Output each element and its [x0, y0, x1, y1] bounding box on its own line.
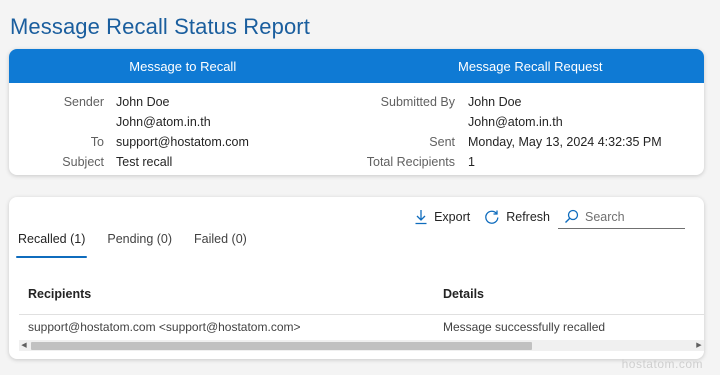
scroll-right-icon[interactable]: ▶ — [694, 340, 704, 351]
results-card: Export Refresh Recalled (1) Pending (0) … — [9, 197, 704, 359]
export-label: Export — [434, 210, 471, 224]
sent-value: Monday, May 13, 2024 4:32:35 PM — [468, 135, 662, 149]
scroll-left-icon[interactable]: ◀ — [19, 340, 29, 351]
sent-label: Sent — [429, 135, 455, 149]
recipient-cell: support@hostatom.com <support@hostatom.c… — [28, 320, 301, 334]
export-button[interactable]: Export — [414, 209, 470, 225]
refresh-label: Refresh — [506, 210, 550, 224]
search-box[interactable] — [558, 205, 685, 229]
submitted-by-label: Submitted By — [380, 95, 455, 109]
column-header-recipients[interactable]: Recipients — [28, 287, 91, 301]
toolbar: Export Refresh — [414, 205, 685, 229]
refresh-icon — [485, 210, 499, 224]
download-icon — [415, 210, 427, 225]
tab-recalled[interactable]: Recalled (1) — [15, 232, 88, 258]
summary-card: Message to Recall Message Recall Request… — [9, 49, 704, 175]
message-to-recall-heading: Message to Recall — [129, 58, 237, 74]
summary-header: Message to Recall Message Recall Request — [9, 49, 704, 83]
submitted-by-email: John@atom.in.th — [468, 115, 563, 129]
refresh-button[interactable]: Refresh — [484, 209, 550, 225]
search-input[interactable] — [585, 209, 675, 224]
horizontal-scrollbar[interactable]: ◀ ▶ — [19, 340, 704, 351]
watermark: hostatom.com — [621, 357, 703, 371]
search-icon — [565, 209, 579, 223]
recall-request-heading: Message Recall Request — [457, 58, 603, 74]
tab-failed[interactable]: Failed (0) — [194, 232, 247, 258]
page-title: Message Recall Status Report — [10, 14, 310, 39]
scrollbar-thumb[interactable] — [31, 342, 532, 350]
details-cell: Message successfully recalled — [443, 320, 606, 334]
tab-pending[interactable]: Pending (0) — [107, 232, 172, 258]
table-divider — [19, 314, 704, 315]
column-header-details[interactable]: Details — [443, 287, 484, 301]
status-tabs: Recalled (1) Pending (0) Failed (0) — [15, 232, 269, 258]
submitted-by-name: John Doe — [468, 95, 522, 109]
total-recipients-label: Total Recipients — [366, 155, 455, 169]
sender-email: John@atom.in.th — [116, 115, 211, 129]
total-recipients-value: 1 — [468, 155, 475, 169]
